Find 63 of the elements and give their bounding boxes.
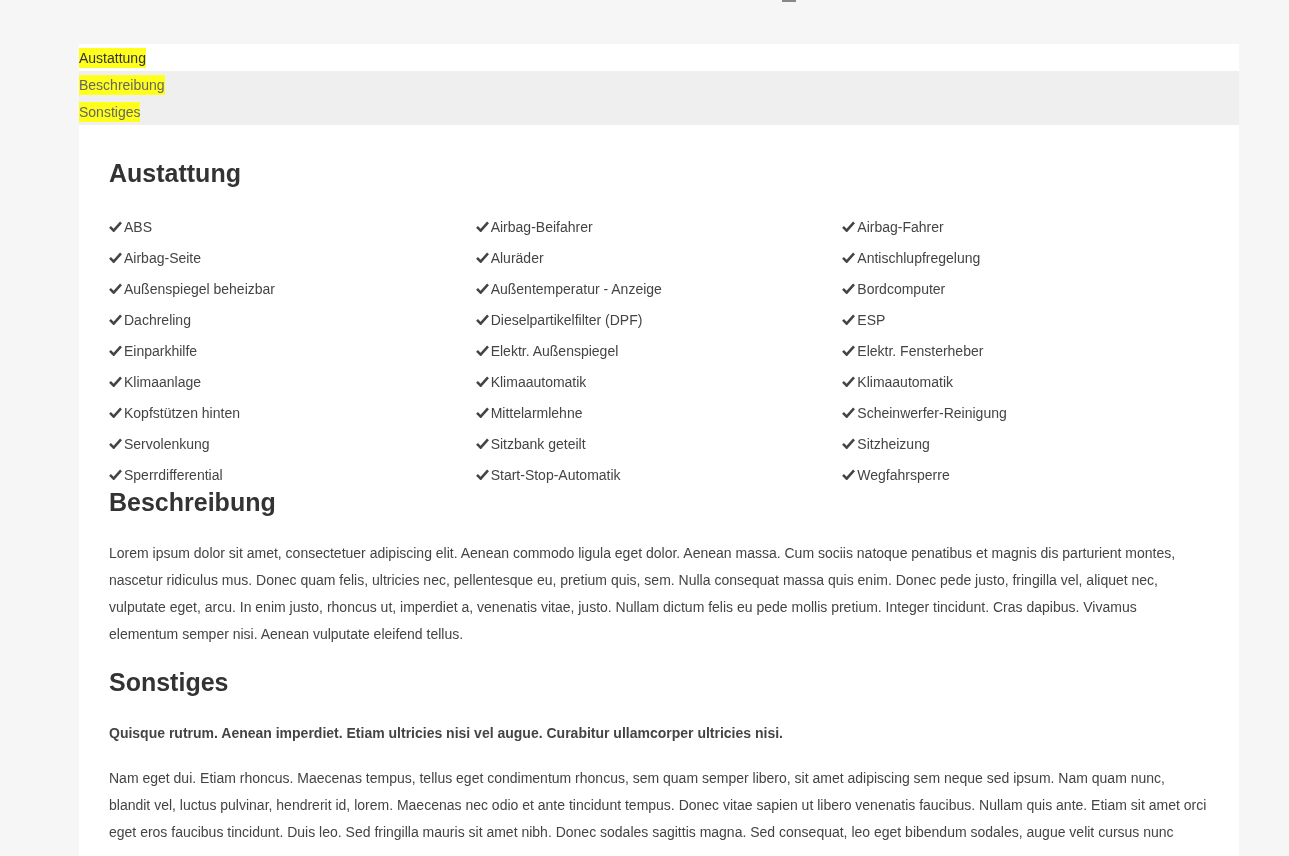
checkmark-icon	[842, 469, 856, 480]
feature-label: Elektr. Fensterheber	[857, 342, 984, 359]
checkmark-icon	[842, 221, 856, 232]
feature-label: Bordcomputer	[857, 280, 946, 297]
feature-label: Klimaautomatik	[857, 373, 954, 390]
feature-label: Mittelarmlehne	[490, 404, 583, 421]
checkmark-icon	[109, 283, 122, 294]
paragraph: Quisque rutrum. Aenean imperdiet. Etiam ultricies nisi vel augue. Curabitur ullamcorper ultricies nisi.	[109, 724, 784, 743]
feature-label: Klimaanlage	[124, 373, 202, 390]
feature-label: Sperrdifferential	[124, 466, 223, 483]
checkmark-icon	[109, 252, 122, 263]
tab-link[interactable]: Austattung	[79, 44, 1239, 71]
feature-label: Wegfahrsperre	[857, 466, 950, 483]
feature-label: Kopfstützen hinten	[124, 404, 240, 421]
checkmark-icon	[842, 345, 856, 356]
feature-label: Scheinwerfer-Reinigung	[857, 404, 1007, 421]
feature-label: Servolenkung	[124, 435, 210, 452]
checkmark-icon	[475, 221, 489, 232]
feature-label: Sitzheizung	[857, 435, 930, 452]
tab-link[interactable]: Sonstiges	[79, 98, 1239, 125]
section-heading: Beschreibung	[109, 487, 277, 518]
checkmark-icon	[109, 345, 122, 356]
checkmark-icon	[842, 407, 856, 418]
checkmark-icon	[109, 469, 122, 480]
feature-label: Aluräder	[490, 249, 544, 266]
checkmark-icon	[109, 314, 122, 325]
feature-label: Dieselpartikelfilter (DPF)	[490, 311, 643, 328]
checkmark-icon	[475, 345, 489, 356]
feature-label: Außentemperatur - Anzeige	[490, 280, 662, 297]
paragraph: Nam eget dui. Etiam rhoncus. Maecenas tempus, tellus eget condimentum rhoncus, sem quam semper libero, sit amet adipiscing sem neque sed ipsum. Nam quam nunc, blandit vel, luctus pulvinar, hendrerit id, lorem. Maecenas nec odio et ante tincidunt tempus. Donec vitae sapien ut libero venenatis faucibus. Nullam quis ante. Etiam sit amet orci eget eros faucibus tincidunt. Duis leo. Sed fringilla mauris sit amet nibh. Donec sodales sagittis magna. Sed consequat, leo eget bibendum sodales, augue velit cursus nunc	[109, 769, 1208, 842]
feature-label: ESP	[857, 311, 886, 328]
paragraph: Lorem ipsum dolor sit amet, consectetuer adipiscing elit. Aenean commodo ligula eget dolor. Aenean massa. Cum sociis natoque penatibus et magnis dis parturient montes, nascetur ridiculus mus. Donec quam felis, ultricies nec, pellentesque eu, pretium quis, sem. Nulla consequat massa quis enim. Donec pede justo, fringilla vel, aliquet nec, vulputate eget, arcu. In enim justo, rhoncus ut, imperdiet a, venenatis vitae, justo. Nullam dictum felis eu pede mollis pretium. Integer tincidunt. Cras dapibus. Vivamus elementum semper nisi. Aenean vulputate eleifend tellus.	[109, 544, 1177, 644]
feature-label: Einparkhilfe	[124, 342, 198, 359]
feature-label: Airbag-Beifahrer	[490, 218, 593, 235]
checkmark-icon	[109, 407, 122, 418]
feature-label: Außenspiegel beheizbar	[124, 280, 275, 297]
checkmark-icon	[842, 283, 856, 294]
feature-label: Airbag-Fahrer	[857, 218, 944, 235]
feature-label: ABS	[124, 218, 152, 235]
section-heading: Austattung	[109, 158, 242, 189]
checkmark-icon	[842, 314, 856, 325]
checkmark-icon	[475, 252, 489, 263]
checkmark-icon	[109, 221, 122, 232]
checkmark-icon	[842, 252, 856, 263]
feature-label: Airbag-Seite	[124, 249, 202, 266]
checkmark-icon	[475, 438, 489, 449]
checkmark-icon	[109, 438, 122, 449]
feature-label: Sitzbank geteilt	[490, 435, 586, 452]
checkmark-icon	[475, 283, 489, 294]
checkmark-icon	[842, 376, 856, 387]
feature-label: Dachreling	[124, 311, 191, 328]
feature-label: Klimaautomatik	[490, 373, 587, 390]
checkmark-icon	[842, 438, 856, 449]
feature-label: Start-Stop-Automatik	[490, 466, 621, 483]
checkmark-icon	[475, 314, 489, 325]
tab-link[interactable]: Beschreibung	[79, 71, 1239, 98]
checkmark-icon	[475, 469, 489, 480]
checkmark-icon	[109, 376, 122, 387]
feature-label: Elektr. Außenspiegel	[490, 342, 619, 359]
feature-label: Antischlupfregelung	[857, 249, 981, 266]
checkmark-icon	[475, 407, 489, 418]
section-heading: Sonstiges	[109, 667, 230, 698]
checkmark-icon	[475, 376, 489, 387]
